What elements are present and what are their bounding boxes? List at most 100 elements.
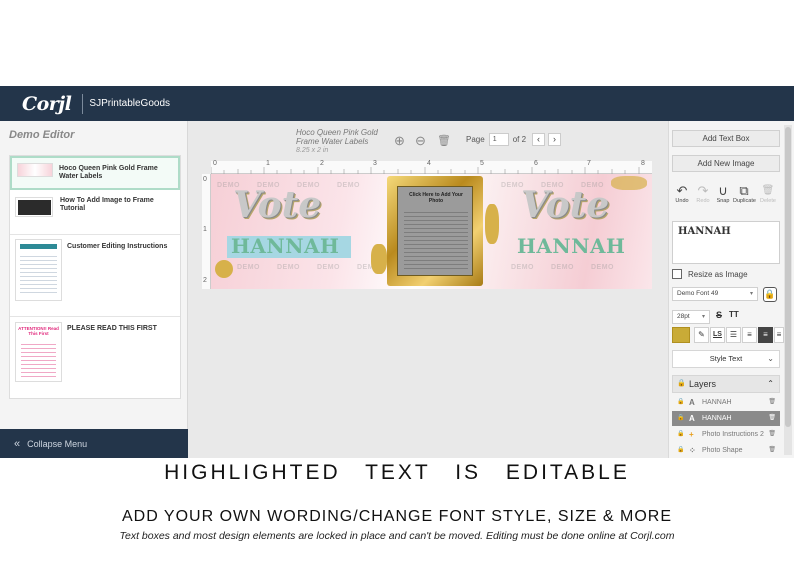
photo-instructions [404, 209, 468, 269]
layer-item-selected[interactable]: 🔒 A HANNAH 🗑 [672, 411, 780, 426]
corjl-logo[interactable]: Corjl [22, 93, 72, 115]
double-chevron-left-icon: « [14, 437, 21, 450]
trash-icon[interactable]: 🗑 [768, 427, 776, 442]
caption-note: Text boxes and most design elements are … [119, 530, 675, 542]
name-text-left[interactable]: HANNAH [231, 234, 339, 258]
lock-icon[interactable]: 🔒 [677, 427, 684, 442]
page-label: Page [466, 135, 485, 144]
template-label: Hoco Queen Pink Gold Frame Water Labels [59, 165, 158, 180]
document-size: 8.25 x 2 in [296, 147, 329, 154]
undo-button[interactable]: ↶ Undo [671, 183, 693, 204]
font-size-select[interactable]: 28pt ▾ [672, 310, 710, 324]
watermark: DEMO [237, 264, 260, 271]
scrollbar-thumb[interactable] [785, 127, 791, 427]
layers-header[interactable]: 🔒 Layers ⌃ [672, 375, 780, 393]
duplicate-button[interactable]: ⧉ Duplicate [733, 183, 756, 204]
ruler-number: 4 [427, 160, 431, 167]
ruler-number: 2 [203, 277, 207, 284]
caption-subheadline: ADD YOUR OWN WORDING/CHANGE FONT STYLE, … [121, 508, 672, 525]
checkbox[interactable] [672, 269, 682, 279]
right-panel: Add Text Box Add New Image ↶ Undo ↷ Redo… [668, 121, 794, 458]
lock-icon[interactable]: 🔒 [677, 411, 684, 426]
template-label: PLEASE READ THIS FIRST [67, 325, 157, 332]
page-total: of 2 [512, 135, 527, 144]
add-new-image-button[interactable]: Add New Image [672, 155, 780, 172]
template-label: How To Add Image to Frame Tutorial [60, 197, 154, 212]
trash-icon[interactable]: 🗑 [768, 395, 776, 410]
prev-page-button[interactable]: ‹ [532, 133, 546, 146]
eyedropper-icon[interactable]: ✎ [694, 327, 709, 343]
align-left-icon[interactable]: ≡ [742, 327, 757, 343]
lock-icon: 🔒 [677, 380, 686, 387]
shop-name[interactable]: SJPrintableGoods [89, 98, 170, 109]
template-thumbnail [15, 239, 62, 301]
page-number-input[interactable]: 1 [488, 133, 509, 146]
redo-icon: ↷ [697, 183, 709, 198]
template-item[interactable]: How To Add Image to Frame Tutorial [10, 190, 180, 235]
align-right-icon[interactable]: ≡ [774, 327, 784, 343]
ruler-number: 1 [203, 226, 207, 233]
template-list: Hoco Queen Pink Gold Frame Water Labels … [9, 155, 181, 399]
lock-icon[interactable]: 🔒 [677, 395, 684, 410]
next-page-button[interactable]: › [548, 133, 562, 146]
layer-item[interactable]: 🔒 ⁘ Photo Shape 🗑 [672, 443, 780, 458]
all-caps-button[interactable]: TT [729, 310, 739, 319]
photo-placeholder[interactable]: Click Here to Add Your Photo [397, 186, 473, 276]
resize-label: Resize as Image [688, 269, 748, 279]
chevron-down-icon: ▾ [749, 291, 753, 297]
panel-title: Demo Editor [9, 129, 75, 141]
watermark: DEMO [551, 264, 574, 271]
style-text-dropdown[interactable]: Style Text ⌄ [672, 350, 780, 368]
ruler-number: 8 [641, 160, 645, 167]
template-item[interactable]: Hoco Queen Pink Gold Frame Water Labels [10, 156, 180, 190]
align-center-icon[interactable]: ≡ [758, 327, 773, 343]
ruler-left: 0 1 2 [202, 174, 211, 289]
collapse-menu-button[interactable]: « Collapse Menu [0, 429, 188, 458]
template-thumbnail: ATTENTION!! Read This First [15, 322, 62, 382]
strikethrough-button[interactable]: S [716, 310, 722, 320]
snap-button[interactable]: ∪ Snap [712, 183, 734, 204]
collapse-menu-label: Collapse Menu [27, 438, 88, 449]
photo-frame[interactable]: Click Here to Add Your Photo [387, 176, 483, 286]
ruler-number: 2 [320, 160, 324, 167]
header-divider [82, 93, 84, 114]
duplicate-icon: ⧉ [739, 183, 749, 198]
ruler-number: 7 [587, 160, 591, 167]
trash-icon[interactable]: 🗑 [768, 411, 776, 426]
document-title: Hoco Queen Pink Gold Frame Water Labels [296, 128, 378, 146]
layer-item[interactable]: 🔒 + Photo Instructions 2 🗑 [672, 427, 780, 442]
vote-text-left: Vote [233, 184, 322, 226]
add-text-box-button[interactable]: Add Text Box [672, 130, 780, 147]
template-item[interactable]: Customer Editing Instructions [10, 235, 180, 317]
trash-icon[interactable]: 🗑 [768, 443, 776, 458]
name-text-right[interactable]: HANNAH [517, 234, 625, 258]
shape-layer-icon: ⁘ [689, 446, 696, 455]
line-height-icon[interactable]: ☰ [726, 327, 741, 343]
delete-button[interactable]: 🗑 Delete [757, 183, 779, 204]
zoom-in-icon[interactable]: ⊕ [394, 133, 405, 149]
zoom-out-icon[interactable]: ⊖ [415, 133, 426, 149]
delete-icon: 🗑 [761, 185, 775, 196]
right-panel-scrollbar[interactable] [784, 125, 792, 455]
gold-glitter [215, 260, 233, 278]
font-lock-icon[interactable]: 🔒 [763, 287, 777, 302]
chevron-down-icon: ▾ [701, 314, 705, 320]
watermark: DEMO [511, 264, 534, 271]
watermark: DEMO [337, 182, 360, 189]
ruler-top: 0 1 2 3 4 5 6 7 8 [211, 160, 652, 174]
text-color-swatch[interactable] [672, 327, 690, 343]
letter-spacing-button[interactable]: LS [710, 327, 725, 343]
resize-as-image-toggle[interactable]: Resize as Image [672, 269, 748, 279]
watermark: DEMO [591, 264, 614, 271]
label-design[interactable]: DEMO DEMO DEMO DEMO DEMO DEMO DEMO DEMO … [211, 174, 652, 289]
trash-icon[interactable]: 🗑 [437, 134, 451, 147]
font-family-select[interactable]: Demo Font 49 ▾ [672, 287, 758, 301]
photo-heading: Click Here to Add Your Photo [409, 192, 463, 204]
template-item[interactable]: ATTENTION!! Read This First PLEASE READ … [10, 317, 180, 399]
redo-button[interactable]: ↷ Redo [692, 183, 714, 204]
lock-icon[interactable]: 🔒 [677, 443, 684, 458]
template-thumbnail [15, 197, 53, 217]
layer-item[interactable]: 🔒 A HANNAH 🗑 [672, 395, 780, 410]
text-content-input[interactable]: HANNAH [672, 221, 780, 264]
undo-icon: ↶ [676, 183, 688, 198]
